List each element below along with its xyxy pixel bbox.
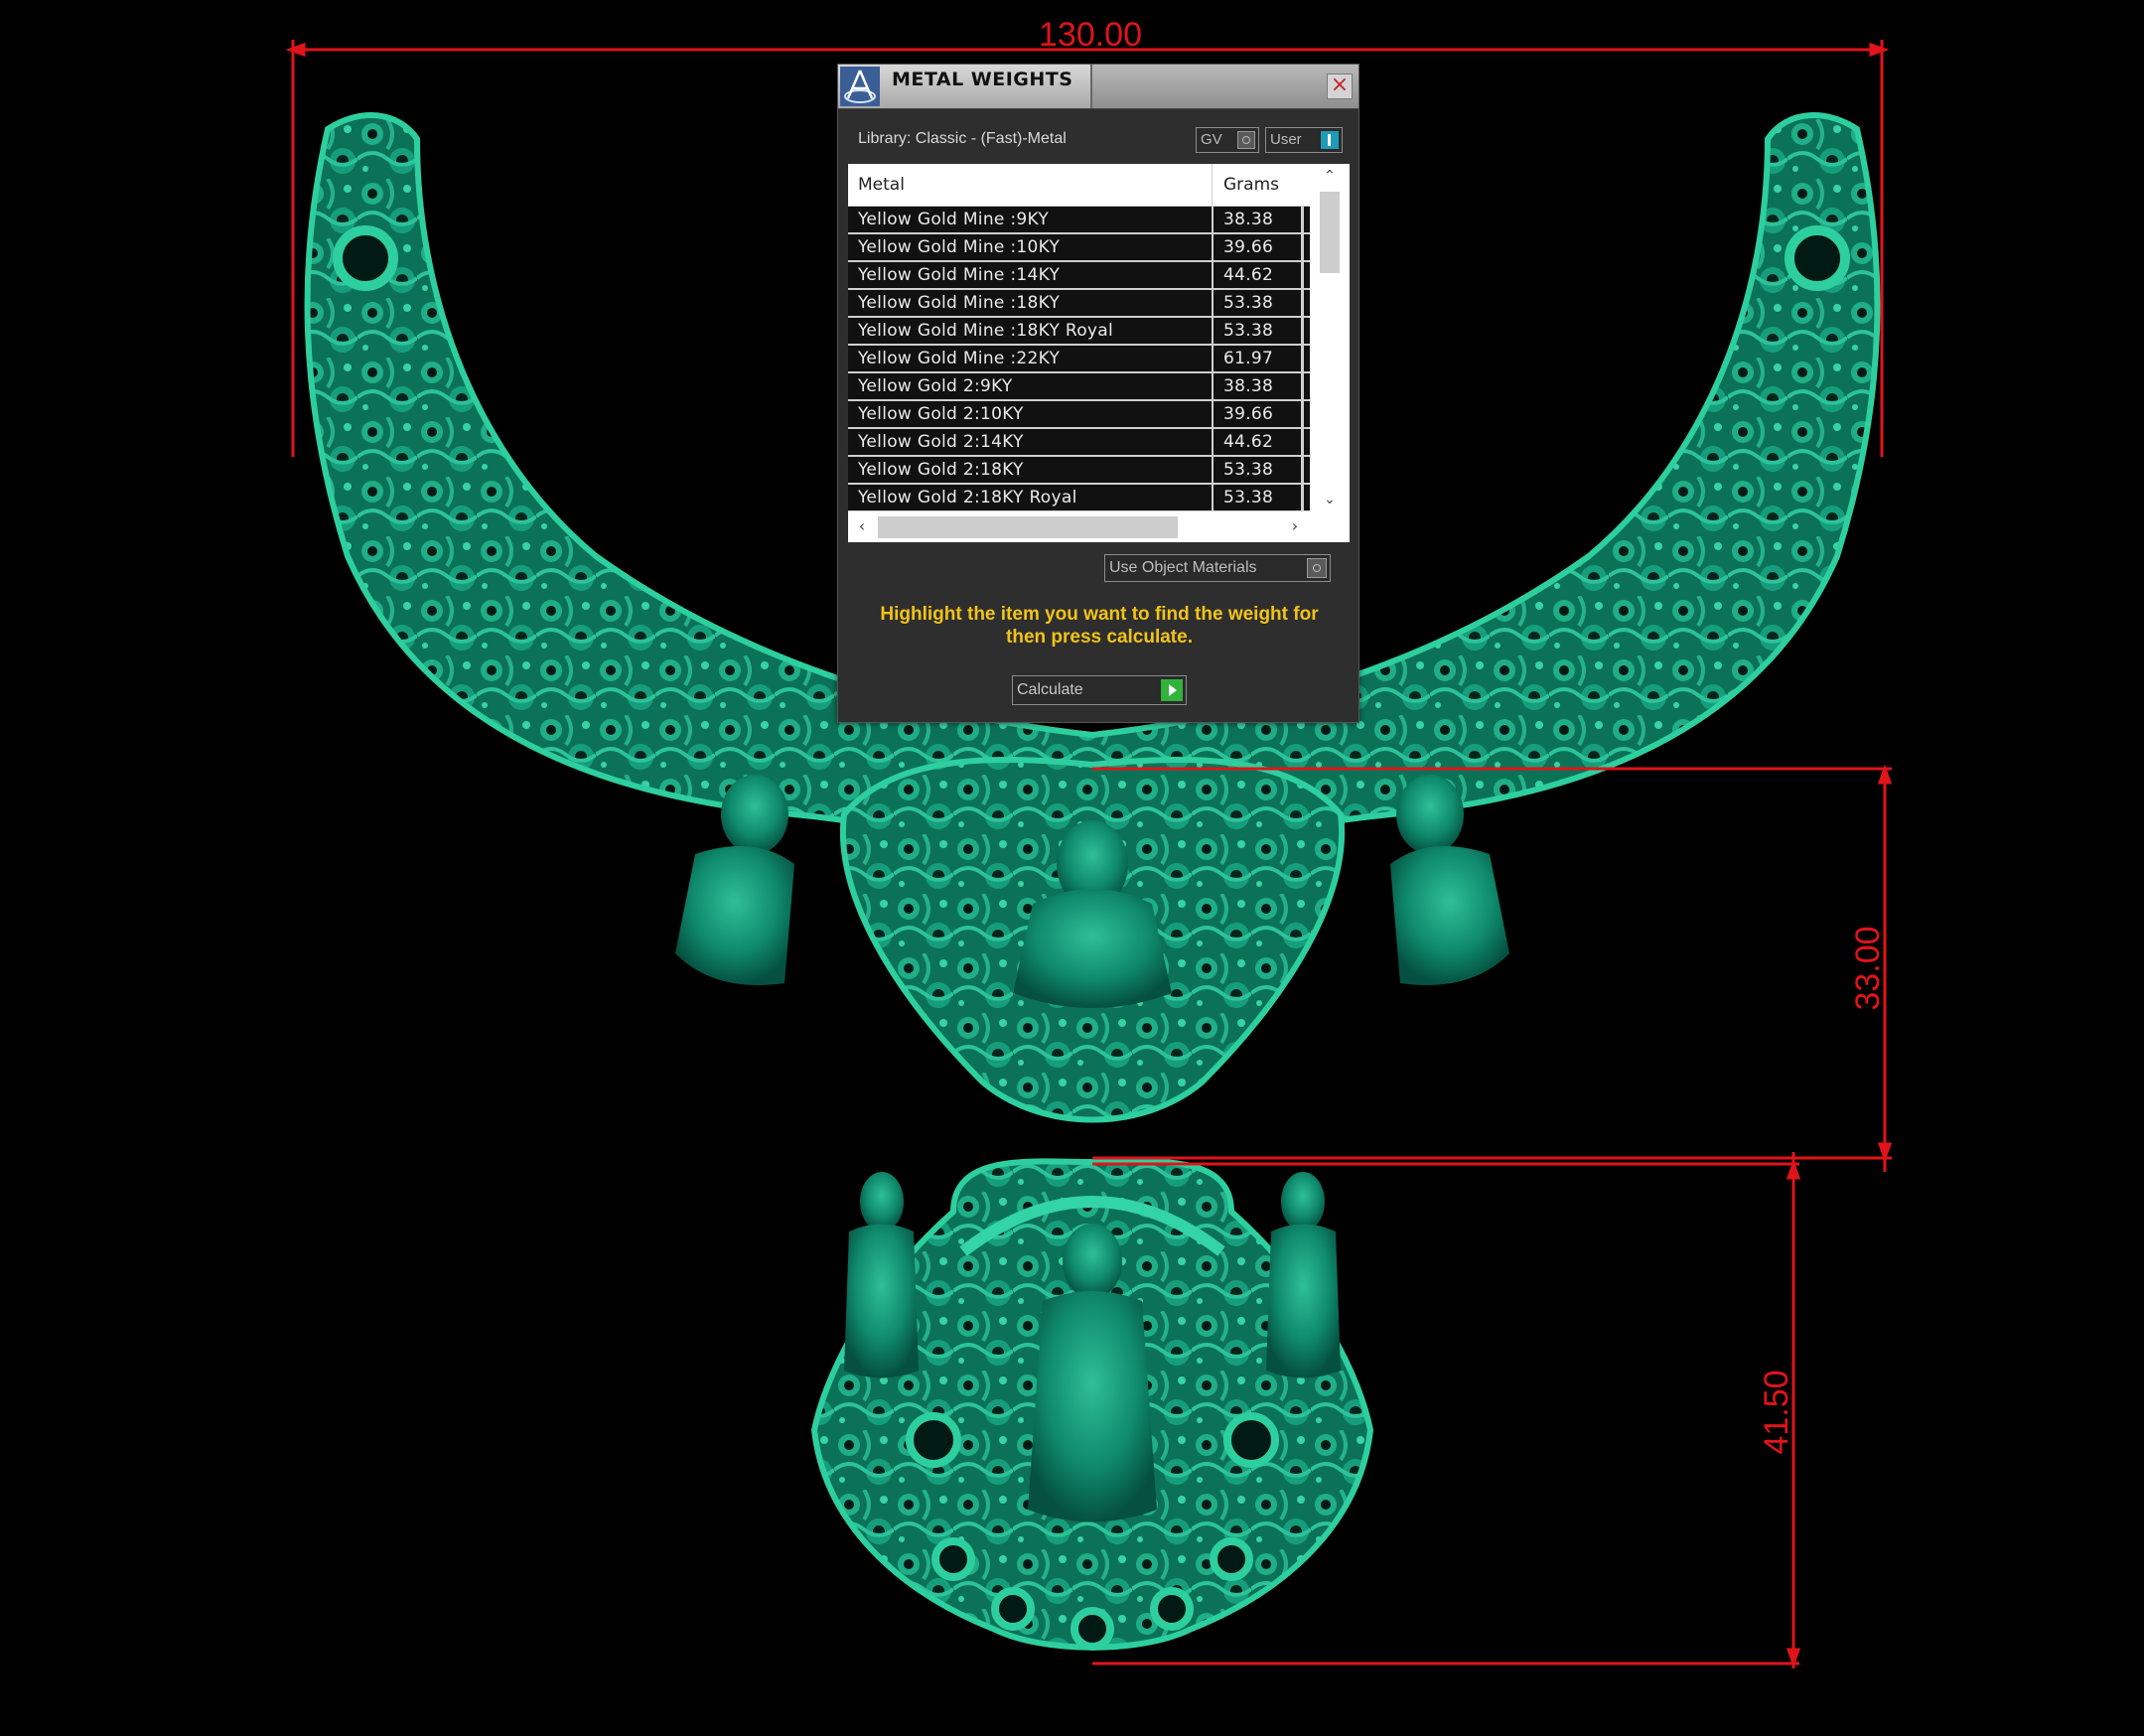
metal-rows: Yellow Gold Mine :9KY 38.38 Yellow Gold M… — [848, 207, 1310, 512]
metal-grams: 53.38 — [1223, 321, 1274, 341]
metal-grams: 39.66 — [1223, 237, 1274, 257]
metal-name: Yellow Gold Mine :9KY — [858, 210, 1050, 229]
pendant-height-dimension-label: 41.50 — [1758, 1370, 1795, 1454]
cad-viewport[interactable]: 130.00 33.00 41.50 METAL WEIGHTS × Libra… — [0, 0, 2144, 1736]
column-header-metal[interactable]: Metal — [858, 175, 905, 195]
metal-name: Yellow Gold 2:18KY — [858, 460, 1024, 480]
metal-weights-dialog[interactable]: METAL WEIGHTS × Library: Classic - (Fast… — [837, 64, 1359, 723]
use-object-materials-toggle[interactable]: Use Object Materials — [1104, 554, 1331, 582]
chevron-left-icon[interactable]: ‹ — [854, 517, 870, 535]
list-item[interactable]: Yellow Gold Mine :18KY Royal 53.38 — [848, 318, 1310, 346]
chevron-right-icon[interactable]: › — [1287, 517, 1303, 535]
column-divider — [1212, 164, 1213, 206]
toggle-on-icon — [1321, 131, 1339, 149]
chevron-down-icon[interactable]: ⌄ — [1322, 492, 1338, 507]
vertical-scroll-thumb[interactable] — [1320, 192, 1340, 273]
matrix-app-icon — [840, 67, 880, 106]
metal-name: Yellow Gold 2:9KY — [858, 376, 1013, 396]
metal-name: Yellow Gold 2:14KY — [858, 432, 1024, 452]
metal-grams: 39.66 — [1223, 404, 1274, 424]
calculate-button[interactable]: Calculate — [1012, 675, 1187, 705]
title-tab: METAL WEIGHTS — [838, 65, 1092, 108]
list-item[interactable]: Yellow Gold Mine :18KY 53.38 — [848, 290, 1310, 318]
metal-grams: 53.38 — [1223, 488, 1274, 507]
play-icon — [1161, 679, 1183, 701]
instructions-text: Highlight the item you want to find the … — [880, 604, 1319, 648]
metal-grams: 44.62 — [1223, 265, 1274, 285]
list-item[interactable]: Yellow Gold 2:10KY 39.66 — [848, 401, 1310, 429]
metal-grams: 38.38 — [1223, 376, 1274, 396]
user-toggle[interactable]: User — [1265, 127, 1343, 153]
metal-grams: 38.38 — [1223, 210, 1274, 229]
metal-grams: 53.38 — [1223, 460, 1274, 480]
width-dimension-label: 130.00 — [1039, 16, 1142, 54]
metal-name: Yellow Gold Mine :18KY Royal — [858, 321, 1113, 341]
gv-toggle[interactable]: GV — [1196, 127, 1259, 153]
metal-name: Yellow Gold Mine :10KY — [858, 237, 1061, 257]
chevron-up-icon[interactable]: ⌃ — [1322, 168, 1338, 184]
metal-list[interactable]: Metal Grams Yellow Gold Mine :9KY 38.38 Y… — [848, 164, 1350, 542]
vertical-scrollbar[interactable]: ⌃ ⌄ — [1310, 164, 1350, 511]
close-button[interactable]: × — [1327, 73, 1353, 99]
metal-grams: 53.38 — [1223, 293, 1274, 313]
dialog-titlebar[interactable]: METAL WEIGHTS × — [838, 65, 1358, 109]
gv-toggle-label: GV — [1201, 131, 1222, 148]
metal-name: Yellow Gold 2:10KY — [858, 404, 1024, 424]
metal-grams: 44.62 — [1223, 432, 1274, 452]
upper-height-dimension-label: 33.00 — [1849, 926, 1887, 1010]
calculate-label: Calculate — [1017, 681, 1083, 698]
dialog-title: METAL WEIGHTS — [892, 69, 1073, 90]
metal-name: Yellow Gold Mine :18KY — [858, 293, 1061, 313]
use-object-materials-label: Use Object Materials — [1109, 559, 1257, 576]
list-item[interactable]: Yellow Gold 2:18KY Royal 53.38 — [848, 485, 1310, 512]
horizontal-scrollbar[interactable]: ‹ › — [848, 511, 1350, 542]
list-item[interactable]: Yellow Gold Mine :10KY 39.66 — [848, 234, 1310, 262]
metal-name: Yellow Gold 2:18KY Royal — [858, 488, 1077, 507]
list-item[interactable]: Yellow Gold 2:14KY 44.62 — [848, 429, 1310, 457]
list-item[interactable]: Yellow Gold Mine :22KY 61.97 — [848, 346, 1310, 373]
list-item[interactable]: Yellow Gold 2:18KY 53.38 — [848, 457, 1310, 485]
radio-off-icon — [1237, 131, 1255, 149]
list-item[interactable]: Yellow Gold 2:9KY 38.38 — [848, 373, 1310, 401]
metal-name: Yellow Gold Mine :14KY — [858, 265, 1061, 285]
list-item[interactable]: Yellow Gold Mine :9KY 38.38 — [848, 207, 1310, 234]
column-header-grams[interactable]: Grams — [1223, 175, 1279, 195]
list-item[interactable]: Yellow Gold Mine :14KY 44.62 — [848, 262, 1310, 290]
radio-off-icon — [1307, 558, 1327, 578]
horizontal-scroll-thumb[interactable] — [878, 516, 1178, 538]
metal-name: Yellow Gold Mine :22KY — [858, 349, 1061, 368]
list-header: Metal Grams — [848, 164, 1310, 207]
user-toggle-label: User — [1270, 131, 1302, 148]
metal-grams: 61.97 — [1223, 349, 1274, 368]
pendant — [810, 1158, 1374, 1651]
close-icon: × — [1330, 72, 1350, 97]
library-label: Library: Classic - (Fast)-Metal — [858, 130, 1067, 147]
